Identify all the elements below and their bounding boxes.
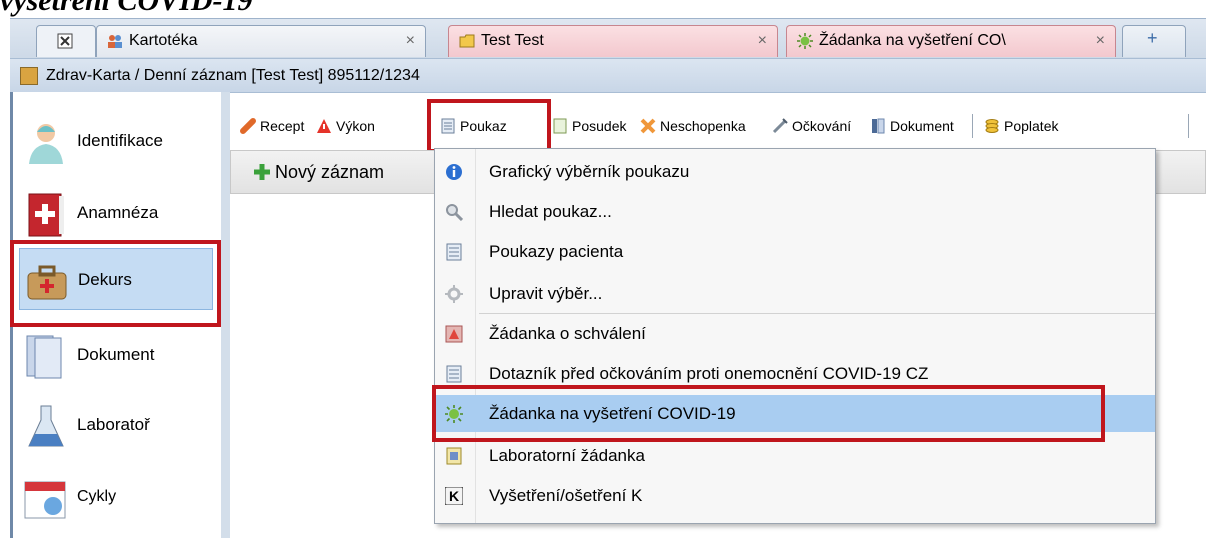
form-icon [441, 118, 455, 134]
sidebar-item-dekurs[interactable]: Dekurs [19, 248, 213, 310]
new-tab-button[interactable]: + [1122, 25, 1186, 57]
toolbar-separator [972, 114, 973, 138]
poukaz-label: Poukaz [460, 118, 507, 134]
binder-icon [872, 118, 885, 134]
menu-item-label: Vyšetření/ošetření K [489, 486, 643, 505]
menu-item-label: Hledat poukaz... [489, 202, 612, 221]
menu-item-label: Žádanka na vyšetření COVID-19 [489, 404, 736, 423]
toolbar-separator [1188, 114, 1189, 138]
poplatek-label: Poplatek [1004, 118, 1059, 134]
ockovani-label: Očkování [792, 118, 852, 134]
warning-icon [317, 119, 331, 133]
card-icon [20, 67, 38, 85]
sidebar-item-label: Anamnéza [77, 203, 159, 222]
menu-item-label: Grafický výběrník poukazu [489, 162, 690, 181]
people-icon [108, 35, 122, 48]
info-icon [446, 164, 462, 180]
tab-kartoteka[interactable]: Kartotéka × [96, 25, 426, 57]
menu-separator [479, 313, 1155, 314]
lab-form-icon [446, 447, 462, 465]
sidebar-item-label: Dekurs [78, 270, 132, 289]
breadcrumb: Zdrav-Karta / Denní záznam [Test Test] 8… [46, 67, 420, 84]
menu-item-hledat-poukaz[interactable]: Hledat poukaz... [435, 193, 1155, 230]
menu-item-zadanka-o-schvaleni[interactable]: Žádanka o schválení [435, 315, 1155, 352]
recept-label: Recept [260, 118, 305, 134]
folder-icon [459, 34, 475, 48]
tab-test-test[interactable]: Test Test × [448, 25, 778, 57]
menu-item-poukazy-pacienta[interactable]: Poukazy pacienta [435, 233, 1155, 270]
poukaz-dropdown-menu: Grafický výběrník poukazu Hledat poukaz.… [434, 148, 1156, 524]
magnifier-icon [446, 204, 463, 221]
sidebar-item-anamneza[interactable]: Anamnéza [19, 182, 213, 244]
tab-label: Žádanka na vyšetření CO\ [819, 32, 1006, 49]
close-box-icon [57, 33, 73, 49]
gear-icon [445, 285, 463, 303]
sidebar-item-label: Dokument [77, 345, 155, 364]
menu-item-vysetreni-k[interactable]: K Vyšetření/ošetření K [435, 477, 1155, 514]
dokument-label: Dokument [890, 118, 954, 134]
calendar-icon [24, 481, 66, 519]
posudek-label: Posudek [572, 118, 627, 134]
tab-label: Kartotéka [129, 32, 198, 49]
tab-bar: Kartotéka × Test Test × Žádanka na vyšet… [10, 18, 1206, 59]
k-icon: K [445, 487, 463, 505]
documents-icon [26, 335, 62, 379]
plus-icon [254, 164, 270, 180]
sidebar-item-label: Cykly [77, 488, 117, 505]
new-record-button[interactable]: Nový záznam [275, 151, 384, 193]
toolbar: Recept Výkon Poukaz Posudek Neschopenka … [230, 104, 1206, 150]
menu-item-label: Upravit výběr... [489, 284, 603, 303]
virus-icon [445, 405, 463, 423]
coins-icon [985, 119, 999, 133]
form-icon [446, 365, 462, 383]
close-icon[interactable]: × [758, 26, 767, 56]
syringe-icon [772, 118, 788, 134]
form-icon [446, 243, 462, 261]
virus-icon [797, 33, 813, 49]
tab-label: Test Test [481, 32, 544, 49]
approval-icon [445, 325, 463, 343]
sidebar-item-identifikace[interactable]: Identifikace [19, 110, 213, 172]
sidebar-item-label: Identifikace [77, 131, 163, 150]
tab-zadanka[interactable]: Žádanka na vyšetření CO\ × [786, 25, 1116, 57]
menu-item-label: Žádanka o schválení [489, 324, 646, 343]
doctor-bag-icon [27, 265, 67, 300]
sidebar-item-laborator[interactable]: Laboratoř [19, 394, 213, 456]
document-icon [553, 118, 567, 134]
neschopenka-label: Neschopenka [660, 118, 746, 134]
sidebar-item-dokument[interactable]: Dokument [19, 324, 213, 386]
plus-icon: + [1147, 28, 1158, 48]
svg-text:K: K [449, 488, 459, 504]
menu-item-label: Poukazy pacienta [489, 242, 624, 261]
menu-item-label: Laboratorní žádanka [489, 446, 645, 465]
medical-book-icon [28, 193, 64, 237]
pill-icon [240, 118, 256, 134]
flask-icon [28, 405, 64, 447]
sidebar-item-label: Laboratoř [77, 415, 150, 434]
menu-item-laboratorni-zadanka[interactable]: Laboratorní žádanka [435, 437, 1155, 474]
sidebar: Identifikace Anamnéza Dekurs Dokument La… [13, 92, 221, 538]
tab-close-all[interactable] [36, 25, 96, 57]
menu-item-upravit-vyber[interactable]: Upravit výběr... [435, 275, 1155, 312]
panel-divider [221, 92, 230, 538]
cross-icon [640, 118, 656, 134]
close-icon[interactable]: × [406, 26, 415, 56]
sidebar-item-cykly[interactable]: Cykly [19, 466, 213, 528]
menu-item-label: Dotazník před očkováním proti onemocnění… [489, 364, 929, 383]
close-icon[interactable]: × [1096, 26, 1105, 56]
document-heading: vyšetření COVID-19 [0, 0, 253, 17]
person-icon [29, 124, 63, 164]
vykon-label: Výkon [336, 118, 375, 134]
menu-item-dotaznik-covid[interactable]: Dotazník před očkováním proti onemocnění… [435, 355, 1155, 392]
path-bar: Zdrav-Karta / Denní záznam [Test Test] 8… [10, 58, 1206, 93]
menu-item-graficky-vybernik[interactable]: Grafický výběrník poukazu [435, 153, 1155, 190]
menu-item-zadanka-covid[interactable]: Žádanka na vyšetření COVID-19 [435, 395, 1155, 432]
